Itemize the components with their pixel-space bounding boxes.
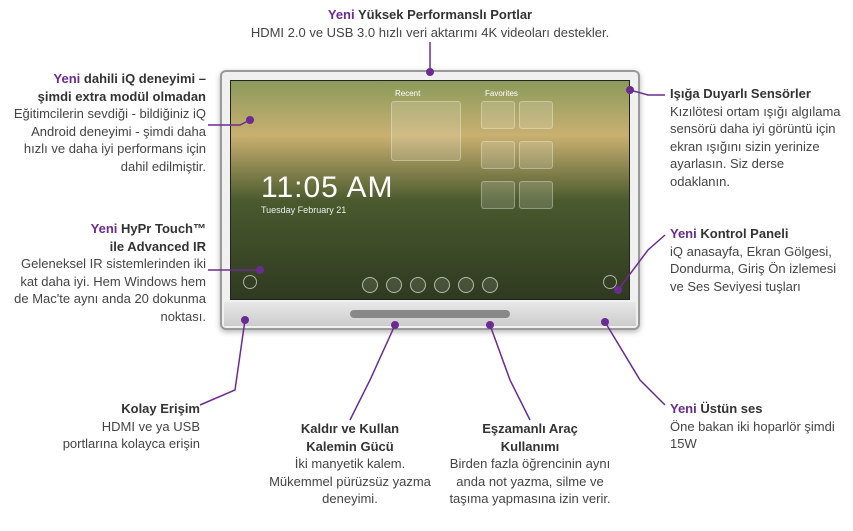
callout-title: Kontrol Paneli — [697, 226, 789, 241]
fav-tile — [519, 141, 553, 169]
callout-title: Kolay Erişim — [50, 400, 200, 418]
fav-tile — [519, 101, 553, 129]
pen-tray — [350, 310, 510, 318]
callout-desc: iQ anasayfa, Ekran Gölgesi, Dondurma, Gi… — [670, 243, 845, 296]
dock-icon — [482, 277, 498, 293]
bezel — [224, 302, 636, 326]
callout-title: Yüksek Performanslı Portlar — [355, 7, 533, 22]
clock-date: Tuesday February 21 — [261, 205, 394, 215]
smart-display-product: 11:05 AM Tuesday February 21 Recent Favo… — [220, 70, 640, 330]
dock-icon — [386, 277, 402, 293]
recent-tile — [391, 101, 461, 161]
callout-desc: İki manyetik kalem. Mükemmel pürüzsüz ya… — [265, 455, 435, 508]
dock — [362, 277, 498, 293]
home-icon — [243, 275, 257, 289]
callout-desc: HDMI ve ya USB portlarına kolayca erişin — [50, 418, 200, 453]
clock-widget: 11:05 AM Tuesday February 21 — [261, 171, 394, 215]
new-badge: Yeni — [91, 221, 118, 236]
callout-ports: Yeni Yüksek Performanslı Portlar HDMI 2.… — [200, 6, 660, 41]
clock-time: 11:05 AM — [261, 171, 394, 205]
callout-desc: HDMI 2.0 ve USB 3.0 hızlı veri aktarımı … — [200, 24, 660, 42]
screen: 11:05 AM Tuesday February 21 Recent Favo… — [230, 80, 630, 300]
callout-title: dahili iQ deneyimi – — [80, 71, 206, 86]
callout-title: HyPr Touch™ — [117, 221, 206, 236]
callout-desc: Geleneksel IR sistemlerinden iki kat dah… — [6, 255, 206, 325]
callout-desc: Kızılötesi ortam ışığı algılama sensörü … — [670, 103, 845, 191]
callout-desc: Eğitimcilerin sevdiği - bildiğiniz iQ An… — [6, 105, 206, 175]
fav-tile — [481, 181, 515, 209]
new-badge: Yeni — [54, 71, 81, 86]
callout-iq-experience: Yeni dahili iQ deneyimi – şimdi extra mo… — [6, 70, 206, 175]
recent-label: Recent — [395, 89, 420, 98]
callout-desc: Birden fazla öğrencinin aynı anda not ya… — [445, 455, 615, 508]
recent-tiles — [391, 101, 461, 161]
favorite-tiles — [481, 101, 553, 209]
callout-title-b: şimdi extra modül olmadan — [6, 88, 206, 106]
fav-tile — [481, 101, 515, 129]
new-badge: Yeni — [670, 401, 697, 416]
callout-title-b: Kullanımı — [445, 438, 615, 456]
settings-icon — [603, 275, 617, 289]
callout-title-b: Kalemin Gücü — [265, 438, 435, 456]
new-badge: Yeni — [328, 7, 355, 22]
callout-title-a: Eşzamanlı Araç — [445, 420, 615, 438]
dock-icon — [410, 277, 426, 293]
dock-icon — [434, 277, 450, 293]
callout-title: Üstün ses — [697, 401, 763, 416]
favorites-label: Favorites — [485, 89, 518, 98]
callout-title-b: ile Advanced IR — [6, 238, 206, 256]
dock-icon — [362, 277, 378, 293]
callout-superior-sound: Yeni Üstün ses Öne bakan iki hoparlör şi… — [670, 400, 845, 453]
fav-tile — [519, 181, 553, 209]
dock-icon — [458, 277, 474, 293]
callout-pen-power: Kaldır ve Kullan Kalemin Gücü İki manyet… — [265, 420, 435, 508]
callout-hypr-touch: Yeni HyPr Touch™ ile Advanced IR Gelenek… — [6, 220, 206, 325]
new-badge: Yeni — [670, 226, 697, 241]
callout-simultaneous-tools: Eşzamanlı Araç Kullanımı Birden fazla öğ… — [445, 420, 615, 508]
fav-tile — [481, 141, 515, 169]
callout-desc: Öne bakan iki hoparlör şimdi 15W — [670, 418, 845, 453]
callout-light-sensor: Işığa Duyarlı Sensörler Kızılötesi ortam… — [670, 85, 845, 190]
callout-title-a: Kaldır ve Kullan — [265, 420, 435, 438]
callout-control-panel: Yeni Kontrol Paneli iQ anasayfa, Ekran G… — [670, 225, 845, 295]
callout-title: Işığa Duyarlı Sensörler — [670, 85, 845, 103]
callout-easy-access: Kolay Erişim HDMI ve ya USB portlarına k… — [50, 400, 200, 453]
